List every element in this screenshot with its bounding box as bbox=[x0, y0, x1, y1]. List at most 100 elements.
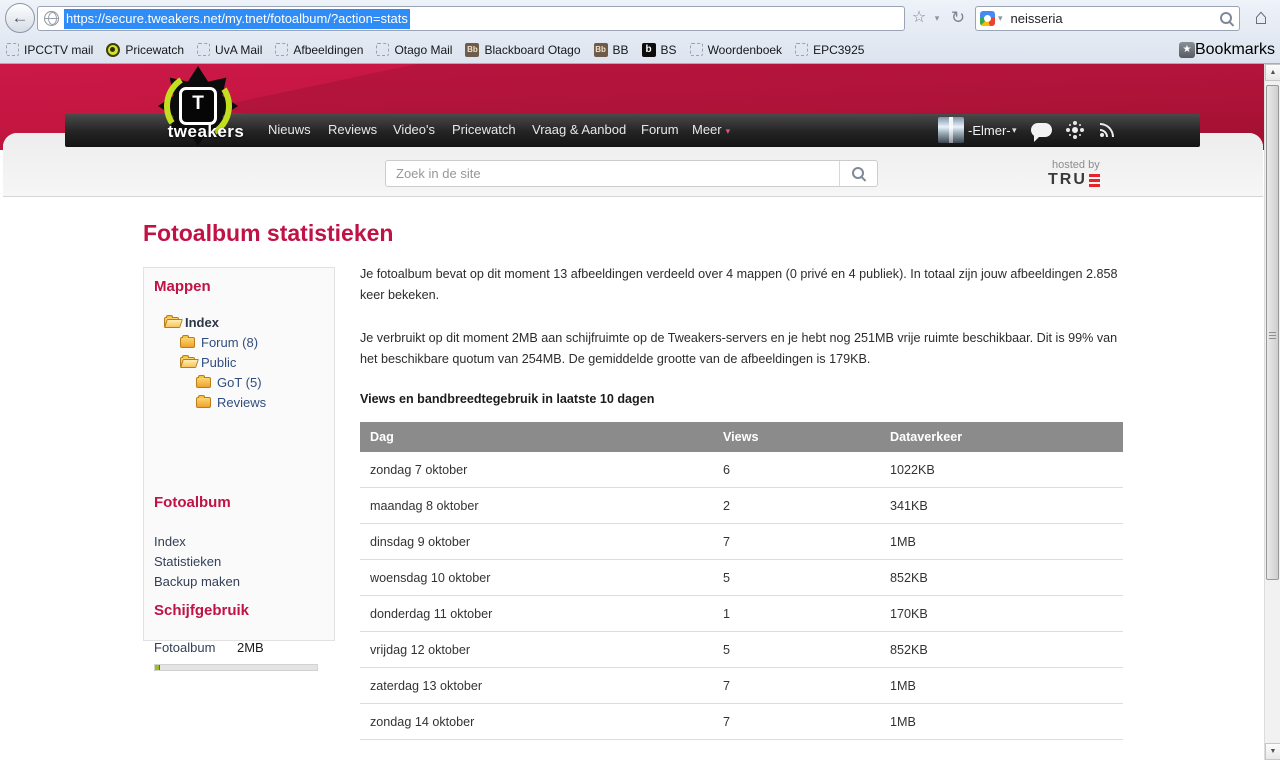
nav-vraag-aanbod[interactable]: Vraag & Aanbod bbox=[532, 122, 626, 137]
user-avatar[interactable] bbox=[938, 117, 964, 143]
sidebar: Mappen Index Forum (8) Public GoT (5) Re… bbox=[143, 267, 335, 671]
site-search-button[interactable] bbox=[839, 161, 877, 186]
default-favicon bbox=[197, 43, 211, 56]
search-go-icon[interactable] bbox=[1219, 11, 1235, 27]
web-search-input[interactable] bbox=[1008, 10, 1219, 27]
table-row: vrijdag 12 oktober 5 852KB bbox=[360, 632, 1123, 668]
disk-usage-progressbar bbox=[154, 664, 318, 671]
table-row: donderdag 11 oktober 1 170KB bbox=[360, 596, 1123, 632]
messages-icon[interactable] bbox=[1031, 123, 1052, 142]
hosted-by-block: hosted by TRU bbox=[1048, 159, 1138, 189]
table-header-row: Dag Views Dataverkeer bbox=[360, 422, 1123, 452]
tree-item-got[interactable]: GoT (5) bbox=[154, 372, 266, 392]
bookmark-item[interactable]: IPCCTV mail bbox=[6, 43, 93, 57]
site-identity-globe-icon[interactable] bbox=[44, 11, 59, 26]
karma-sun-icon[interactable] bbox=[1066, 121, 1084, 139]
nav-nieuws[interactable]: Nieuws bbox=[268, 122, 311, 137]
url-bar[interactable]: https://secure.tweakers.net/my.tnet/foto… bbox=[37, 6, 905, 31]
chevron-down-icon: ▾ bbox=[725, 126, 731, 136]
bookmark-item[interactable]: Otago Mail bbox=[376, 43, 452, 57]
nav-forum[interactable]: Forum bbox=[641, 122, 679, 137]
tree-item-public[interactable]: Public bbox=[154, 352, 266, 372]
closed-folder-icon bbox=[196, 394, 211, 408]
nav-meer[interactable]: Meer ▾ bbox=[692, 122, 730, 137]
tree-item-index[interactable]: Index bbox=[154, 312, 266, 332]
site-search-bar[interactable] bbox=[385, 160, 878, 187]
bookmark-item[interactable]: Afbeeldingen bbox=[275, 43, 363, 57]
default-favicon bbox=[275, 43, 289, 56]
hosted-by-label: hosted by bbox=[1052, 159, 1100, 171]
b-favicon: b bbox=[641, 42, 656, 57]
url-text: https://secure.tweakers.net/my.tnet/foto… bbox=[64, 8, 410, 29]
table-row: dinsdag 9 oktober 7 1MB bbox=[360, 524, 1123, 560]
blackboard-favicon: Bb bbox=[593, 42, 608, 57]
table-row: zaterdag 13 oktober 7 1MB bbox=[360, 668, 1123, 704]
table-title: Views en bandbreedtegebruik in laatste 1… bbox=[360, 392, 655, 406]
tree-item-reviews[interactable]: Reviews bbox=[154, 392, 266, 412]
sidebar-link-statistieken[interactable]: Statistieken bbox=[154, 552, 240, 572]
back-button[interactable]: ← bbox=[5, 3, 35, 33]
web-search-bar[interactable]: ▾ bbox=[975, 6, 1240, 31]
blackboard-favicon: Bb bbox=[465, 42, 480, 57]
closed-folder-icon bbox=[196, 374, 211, 388]
logo-wordmark: tweakers bbox=[167, 122, 245, 141]
true-logo-bars-icon bbox=[1088, 172, 1100, 189]
bookmark-item[interactable]: Bb Blackboard Otago bbox=[465, 42, 581, 57]
reload-icon[interactable]: ↻ bbox=[946, 6, 970, 31]
intro-paragraph-1: Je fotoalbum bevat op dit moment 13 afbe… bbox=[360, 267, 1118, 302]
scroll-up-icon[interactable]: ▲ bbox=[1265, 64, 1280, 81]
bookmark-item[interactable]: UvA Mail bbox=[197, 43, 262, 57]
fotoalbum-links: Index Statistieken Backup maken bbox=[154, 532, 240, 592]
disk-usage-row: Fotoalbum 2MB bbox=[154, 640, 326, 655]
bookmarks-star-icon: ★ bbox=[1178, 41, 1195, 58]
table-row: zondag 14 oktober 7 1MB bbox=[360, 704, 1123, 740]
bookmark-star-icon[interactable]: ☆ bbox=[908, 6, 930, 31]
tweakers-logo[interactable]: T tweakers bbox=[146, 64, 250, 156]
views-table: Dag Views Dataverkeer zondag 7 oktober 6… bbox=[360, 422, 1123, 740]
pricewatch-favicon bbox=[106, 42, 121, 57]
table-row: zondag 7 oktober 6 1022KB bbox=[360, 452, 1123, 488]
nav-videos[interactable]: Video's bbox=[393, 122, 435, 137]
nav-pricewatch[interactable]: Pricewatch bbox=[452, 122, 516, 137]
bookmark-item[interactable]: b BS bbox=[641, 42, 677, 57]
default-favicon bbox=[795, 43, 809, 56]
sidebar-heading-fotoalbum: Fotoalbum bbox=[154, 494, 231, 511]
sidebar-heading-schijfgebruik: Schijfgebruik bbox=[154, 602, 250, 619]
scrollbar-thumb[interactable] bbox=[1266, 85, 1279, 580]
bookmark-item[interactable]: Woordenboek bbox=[689, 43, 782, 57]
engine-dropdown-icon[interactable]: ▾ bbox=[998, 13, 1003, 24]
scroll-down-icon[interactable]: ▼ bbox=[1265, 743, 1280, 760]
logo-t-letter: T bbox=[179, 87, 217, 125]
user-name[interactable]: -Elmer- bbox=[968, 123, 1011, 138]
site-search-input[interactable] bbox=[386, 161, 839, 186]
home-button[interactable]: ⌂ bbox=[1248, 4, 1274, 32]
default-favicon bbox=[689, 43, 703, 56]
closed-folder-icon bbox=[180, 334, 195, 348]
page-title: Fotoalbum statistieken bbox=[143, 220, 394, 246]
disk-usage-link[interactable]: Fotoalbum bbox=[154, 640, 215, 655]
nav-reviews[interactable]: Reviews bbox=[328, 122, 377, 137]
page-viewport: Nieuws Reviews Video's Pricewatch Vraag … bbox=[0, 64, 1280, 760]
true-logo[interactable]: TRU bbox=[1048, 171, 1138, 189]
vertical-scrollbar[interactable]: ▲ ▼ bbox=[1264, 64, 1280, 760]
intro-paragraph-2: Je verbruikt op dit moment 2MB aan schij… bbox=[360, 331, 1118, 366]
table-row: woensdag 10 oktober 5 852KB bbox=[360, 560, 1123, 596]
browser-toolbar: ← https://secure.tweakers.net/my.tnet/fo… bbox=[0, 0, 1280, 64]
bookmark-item[interactable]: Bb BB bbox=[593, 42, 629, 57]
default-favicon bbox=[6, 43, 19, 56]
user-dropdown-icon[interactable]: ▾ bbox=[1012, 125, 1017, 136]
sidebar-link-index[interactable]: Index bbox=[154, 532, 240, 552]
url-dropdown-icon[interactable]: ▾ bbox=[930, 6, 944, 31]
bookmark-item[interactable]: Pricewatch bbox=[106, 42, 184, 57]
bookmark-item[interactable]: EPC3925 bbox=[795, 43, 864, 57]
disk-usage-progress-fill bbox=[155, 665, 160, 670]
bookmarks-menu-button[interactable]: ★ Bookmarks bbox=[1178, 41, 1275, 59]
tree-item-forum[interactable]: Forum (8) bbox=[154, 332, 266, 352]
open-folder-icon bbox=[180, 354, 195, 368]
sidebar-link-backup[interactable]: Backup maken bbox=[154, 572, 240, 592]
table-row: maandag 8 oktober 2 341KB bbox=[360, 488, 1123, 524]
main-content: Je fotoalbum bevat op dit moment 13 afbe… bbox=[360, 264, 1123, 740]
browser-window: ← https://secure.tweakers.net/my.tnet/fo… bbox=[0, 0, 1280, 760]
rss-icon[interactable] bbox=[1098, 121, 1116, 139]
google-engine-icon[interactable] bbox=[980, 11, 995, 26]
